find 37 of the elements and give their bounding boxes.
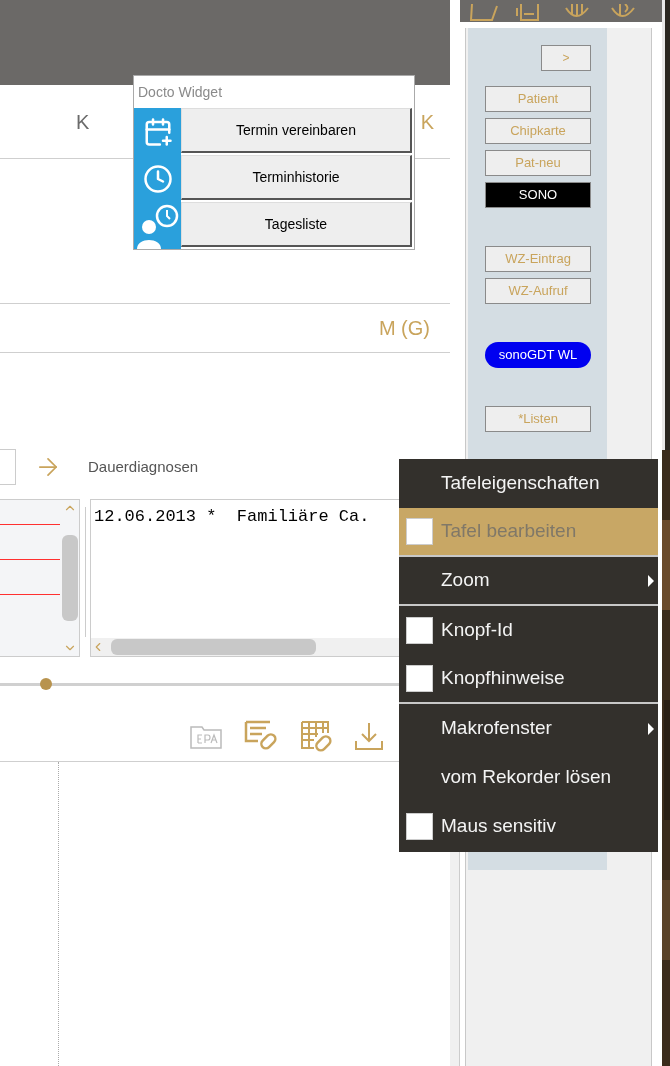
menu-item-label: Tafel bearbeiten bbox=[441, 519, 578, 544]
menu-item[interactable]: Zoom bbox=[399, 557, 658, 606]
diagnoses-title: Dauerdiagnosen bbox=[88, 456, 199, 477]
widget-button[interactable]: Tagesliste bbox=[181, 202, 412, 247]
checkbox[interactable] bbox=[406, 617, 433, 644]
list-pill-icon[interactable] bbox=[244, 718, 278, 753]
widget-button[interactable]: Termin vereinbaren bbox=[181, 108, 412, 153]
menu-item[interactable]: Maus sensitiv bbox=[399, 802, 658, 851]
menu-item[interactable]: Knopfhinweise bbox=[399, 655, 658, 704]
panel-button[interactable]: SONO bbox=[485, 182, 591, 208]
submenu-arrow-icon bbox=[648, 574, 654, 587]
section-label: M (G) bbox=[378, 316, 430, 341]
slider-thumb[interactable] bbox=[40, 678, 52, 690]
menu-item[interactable]: Makrofenster bbox=[399, 704, 658, 753]
download-icon[interactable] bbox=[354, 720, 384, 751]
header-label: K bbox=[420, 109, 434, 135]
submenu-arrow-icon bbox=[648, 722, 654, 735]
scroll-thumb[interactable] bbox=[111, 639, 316, 655]
menu-item-label: Makrofenster bbox=[441, 716, 553, 741]
menu-item-label: Knopfhinweise bbox=[441, 666, 566, 691]
diagnosis-entry: 12.06.2013 * Familiäre Ca. bbox=[94, 506, 371, 528]
menu-item-label: Maus sensitiv bbox=[441, 814, 558, 839]
menu-item-label: vom Rekorder lösen bbox=[441, 765, 613, 790]
widget-title: Docto Widget bbox=[137, 82, 224, 102]
menu-item-label: Knopf-Id bbox=[441, 618, 514, 643]
checkbox[interactable] bbox=[406, 665, 433, 692]
input-field[interactable] bbox=[0, 449, 16, 485]
menu-item-label: Zoom bbox=[441, 568, 491, 593]
pill-button[interactable]: sonoGDT WL bbox=[485, 342, 591, 368]
scroll-thumb[interactable] bbox=[61, 535, 78, 621]
widget-button[interactable]: Terminhistorie bbox=[181, 155, 412, 200]
table-pill-icon[interactable] bbox=[300, 718, 332, 753]
folder-icon[interactable] bbox=[470, 4, 498, 22]
checkbox[interactable] bbox=[406, 813, 433, 840]
menu-item[interactable]: vom Rekorder lösen bbox=[399, 753, 658, 802]
header-label: K bbox=[76, 109, 90, 135]
menu-item-label: Tafeleigenschaften bbox=[441, 471, 601, 496]
